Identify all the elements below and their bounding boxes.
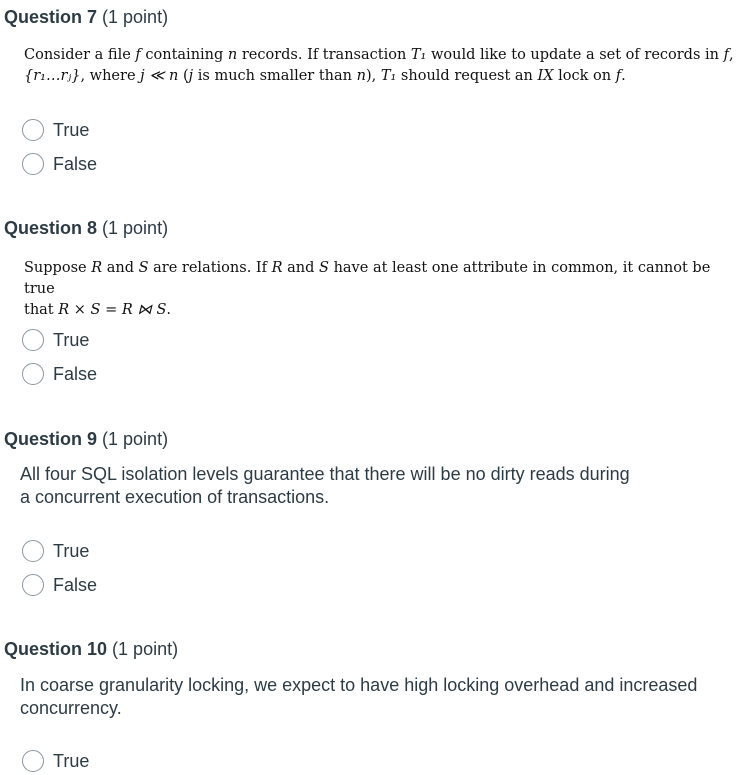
option-label: True [53, 119, 90, 140]
question-8-text: Suppose R and S are relations. If R and … [24, 258, 740, 321]
question-number: Question 10 [4, 639, 108, 659]
radio-button[interactable] [22, 540, 44, 562]
radio-button[interactable] [22, 153, 44, 175]
question-text-line: {r₁…rⱼ}, where j ≪ n (j is much smaller … [24, 68, 626, 84]
question-points: (1 point) [112, 639, 179, 659]
question-points: (1 point) [102, 7, 169, 27]
question-text-line: concurrency. [20, 698, 122, 718]
question-7-option-true[interactable]: True [22, 117, 89, 143]
question-text-line: a concurrent execution of transactions. [20, 487, 330, 507]
question-10-title: Question 10 (1 point) [4, 638, 178, 660]
question-10-text: In coarse granularity locking, we expect… [20, 674, 740, 720]
question-10-option-true[interactable]: True [22, 748, 89, 774]
question-7-option-false[interactable]: False [22, 151, 97, 177]
option-label: True [53, 540, 90, 561]
option-label: True [53, 329, 90, 350]
radio-button[interactable] [22, 574, 44, 596]
option-label: False [53, 363, 98, 384]
question-9-option-true[interactable]: True [22, 538, 89, 564]
radio-button[interactable] [22, 329, 44, 351]
radio-button[interactable] [22, 750, 44, 772]
question-text-line: Consider a file f containing n records. … [24, 47, 734, 63]
question-8-option-false[interactable]: False [22, 361, 97, 387]
option-label: False [53, 153, 98, 174]
question-9-text: All four SQL isolation levels guarantee … [20, 463, 740, 509]
radio-button[interactable] [22, 119, 44, 141]
question-8-option-true[interactable]: True [22, 327, 89, 353]
question-text-line: In coarse granularity locking, we expect… [20, 675, 698, 695]
question-9-title: Question 9 (1 point) [4, 428, 168, 450]
question-text-line: Suppose R and S are relations. If R and … [24, 260, 711, 297]
question-7-text: Consider a file f containing n records. … [24, 45, 740, 87]
option-label: True [53, 750, 90, 771]
question-9-option-false[interactable]: False [22, 572, 97, 598]
question-8-title: Question 8 (1 point) [4, 217, 168, 239]
question-points: (1 point) [102, 218, 169, 238]
question-text-line: All four SQL isolation levels guarantee … [20, 464, 630, 484]
question-7-title: Question 7 (1 point) [4, 6, 168, 28]
radio-button[interactable] [22, 363, 44, 385]
question-text-line: that R × S = R ⋈ S. [24, 302, 172, 318]
question-points: (1 point) [102, 429, 169, 449]
option-label: False [53, 574, 98, 595]
question-number: Question 7 [4, 7, 98, 27]
question-number: Question 8 [4, 218, 98, 238]
question-number: Question 9 [4, 429, 98, 449]
